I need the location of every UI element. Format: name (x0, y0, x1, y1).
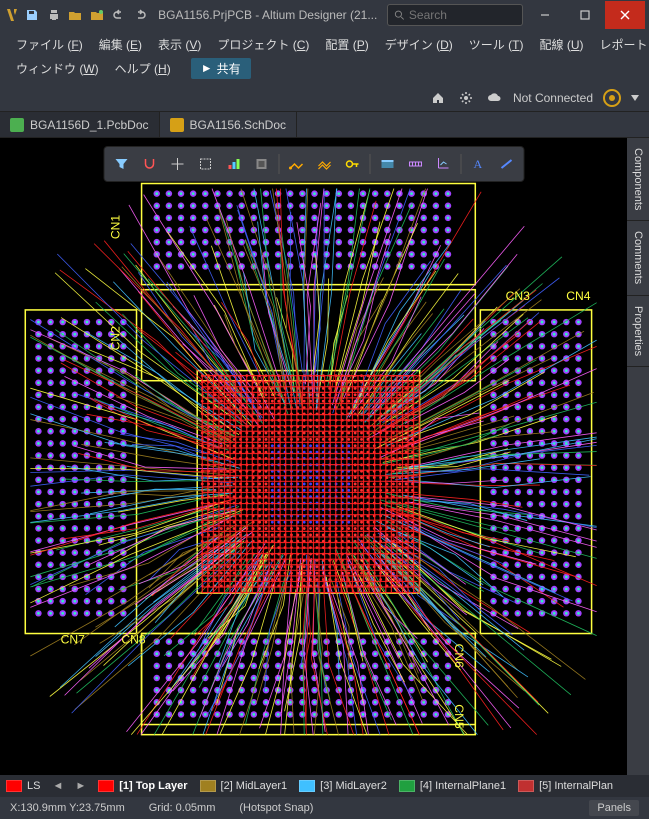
pcb-canvas-wrap[interactable]: A CN1 CN2 CN3 CN4 CN5 CN6 CN7 CN8 (0, 138, 627, 775)
layer-label: [3] MidLayer2 (320, 780, 387, 792)
home-icon[interactable] (429, 89, 447, 107)
menu-item[interactable]: 表示 (V) (152, 34, 207, 55)
sch-icon (170, 118, 184, 132)
maximize-button[interactable] (565, 1, 605, 29)
menu-item[interactable]: 配置 (P) (319, 34, 374, 55)
footer: X:130.9mm Y:23.75mm Grid: 0.05mm (Hotspo… (0, 797, 649, 819)
tab-sch[interactable]: BGA1156.SchDoc (160, 112, 298, 137)
menu-item[interactable]: レポート (R) (594, 34, 649, 55)
chevron-down-icon[interactable] (631, 95, 639, 101)
layer-label: [4] InternalPlane1 (420, 780, 506, 792)
pcb-icon (10, 118, 24, 132)
titlebar: BGA1156.PrjPCB - Altium Designer (21... (0, 0, 649, 30)
menu-item[interactable]: 配線 (U) (533, 34, 589, 55)
layer-label: [2] MidLayer1 (221, 780, 288, 792)
redo-icon[interactable] (130, 4, 150, 26)
menu-item[interactable]: 編集 (E) (93, 34, 148, 55)
minimize-button[interactable] (525, 1, 565, 29)
user-icon[interactable] (603, 89, 621, 107)
svg-text:CN7: CN7 (61, 633, 86, 647)
side-tab-comments[interactable]: Comments (627, 221, 649, 295)
gear-icon[interactable] (457, 89, 475, 107)
menu-item[interactable]: ウィンドウ (W) (10, 58, 105, 79)
snap-mode: (Hotspot Snap) (239, 802, 313, 814)
route-diff-icon[interactable] (311, 151, 337, 177)
layer-item[interactable]: [2] MidLayer1 (194, 780, 294, 792)
menu-item[interactable]: ファイル (F) (10, 34, 89, 55)
search-input[interactable] (409, 8, 516, 22)
filter-icon[interactable] (108, 151, 134, 177)
side-panel-tabs: ComponentsCommentsProperties (627, 138, 649, 775)
layer-label: [5] InternalPlan (539, 780, 613, 792)
menubar: ファイル (F)編集 (E)表示 (V)プロジェクト (C)配置 (P)デザイン… (0, 30, 649, 84)
print-icon[interactable] (44, 4, 64, 26)
select-rect-icon[interactable] (192, 151, 218, 177)
pcb-canvas[interactable]: CN1 CN2 CN3 CN4 CN5 CN6 CN7 CN8 (0, 138, 627, 760)
app-icon (4, 6, 20, 24)
svg-text:CN5: CN5 (452, 704, 466, 729)
component-icon[interactable] (248, 151, 274, 177)
menu-item[interactable]: ツール (T) (463, 34, 530, 55)
layer-prev-icon[interactable]: ◄ (46, 780, 69, 792)
tab-label: BGA1156.SchDoc (190, 118, 287, 132)
align-icon[interactable] (220, 151, 246, 177)
menu-item[interactable]: デザイン (D) (379, 34, 459, 55)
text-icon[interactable]: A (465, 151, 491, 177)
search-icon (394, 9, 405, 21)
open-project-icon[interactable] (87, 4, 107, 26)
side-tab-properties[interactable]: Properties (627, 296, 649, 367)
open-icon[interactable] (65, 4, 85, 26)
svg-text:CN1: CN1 (108, 215, 122, 240)
tab-pcb[interactable]: BGA1156D_1.PcbDoc (0, 112, 160, 137)
route-icon[interactable] (283, 151, 309, 177)
menu-item[interactable]: ヘルプ (H) (109, 58, 177, 79)
status-row: Not Connected (0, 84, 649, 112)
layer-set[interactable]: LS (0, 780, 46, 792)
document-tabs: BGA1156D_1.PcbDoc BGA1156.SchDoc (0, 112, 649, 138)
layer-item[interactable]: [1] Top Layer (92, 780, 193, 792)
svg-text:CN4: CN4 (566, 289, 591, 303)
grid-size: Grid: 0.05mm (149, 802, 216, 814)
svg-text:A: A (473, 157, 482, 171)
pcb-toolbar: A (103, 146, 524, 182)
key-icon[interactable] (339, 151, 365, 177)
measure-icon[interactable] (402, 151, 428, 177)
layer-item[interactable]: [4] InternalPlane1 (393, 780, 512, 792)
panels-button[interactable]: Panels (589, 800, 639, 816)
svg-text:CN6: CN6 (452, 644, 466, 669)
svg-text:CN2: CN2 (108, 326, 122, 351)
close-button[interactable] (605, 1, 645, 29)
layer-item[interactable]: [3] MidLayer2 (293, 780, 393, 792)
svg-text:CN3: CN3 (506, 289, 531, 303)
connection-status: Not Connected (513, 91, 593, 105)
save-icon[interactable] (22, 4, 42, 26)
cloud-icon (485, 89, 503, 107)
plane-icon[interactable] (374, 151, 400, 177)
tab-label: BGA1156D_1.PcbDoc (30, 118, 149, 132)
layer-set-label: LS (27, 780, 40, 792)
layer-label: [1] Top Layer (119, 780, 187, 792)
line-icon[interactable] (493, 151, 519, 177)
svg-text:CN8: CN8 (121, 633, 146, 647)
workspace: A CN1 CN2 CN3 CN4 CN5 CN6 CN7 CN8 ComponentsCom… (0, 138, 649, 775)
layer-next-icon[interactable]: ► (69, 780, 92, 792)
layer-bar: LS ◄ ► [1] Top Layer [2] MidLayer1 [3] Mid… (0, 775, 649, 797)
undo-icon[interactable] (109, 4, 129, 26)
crosshair-icon[interactable] (164, 151, 190, 177)
layer-item[interactable]: [5] InternalPlan (512, 780, 619, 792)
window-title: BGA1156.PrjPCB - Altium Designer (21... (158, 8, 377, 22)
search-box[interactable] (387, 4, 523, 26)
window-controls (525, 1, 645, 29)
menu-item[interactable]: プロジェクト (C) (211, 34, 315, 55)
share-button[interactable]: ►共有 (191, 58, 251, 79)
cursor-coords: X:130.9mm Y:23.75mm (10, 802, 125, 814)
axes-icon[interactable] (430, 151, 456, 177)
snap-icon[interactable] (136, 151, 162, 177)
side-tab-components[interactable]: Components (627, 138, 649, 221)
